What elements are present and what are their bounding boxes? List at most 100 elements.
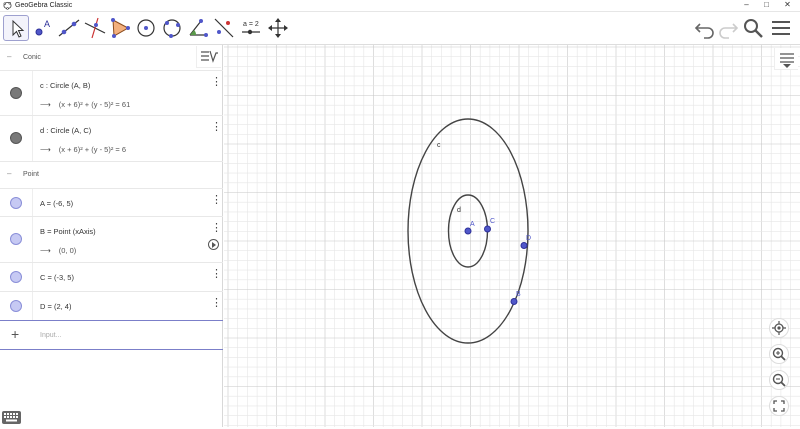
animation-play-button[interactable] bbox=[208, 239, 219, 250]
algebra-item-B[interactable]: B = Point (xAxis) ⟶ (0, 0) ⋮ bbox=[0, 217, 223, 263]
label-c: c bbox=[437, 142, 441, 149]
perpendicular-line-tool-icon bbox=[84, 17, 106, 39]
graphics-canvas[interactable]: c d A C D B bbox=[224, 45, 800, 427]
undo-icon bbox=[694, 23, 714, 39]
algebra-item-C[interactable]: C = (-3, 5) ⋮ bbox=[0, 263, 223, 292]
visibility-marble-A[interactable] bbox=[10, 197, 22, 209]
move-tool-button[interactable] bbox=[3, 15, 29, 41]
reflect-tool-icon bbox=[214, 18, 234, 38]
output-arrow: ⟶ bbox=[40, 246, 51, 255]
definition-A[interactable]: A = (-6, 5) bbox=[40, 199, 73, 208]
item-menu-C[interactable]: ⋮ bbox=[211, 269, 222, 280]
definition-D[interactable]: D = (2, 4) bbox=[40, 302, 71, 311]
output-B-value: (0, 0) bbox=[58, 246, 77, 255]
graphics-view[interactable]: c d A C D B bbox=[224, 45, 800, 427]
group-header-conic[interactable]: – Conic bbox=[0, 47, 223, 71]
geogebra-window: GeoGebra Classic – □ ✕ A a = 2 – Conic c… bbox=[0, 0, 800, 427]
virtual-keyboard-button[interactable] bbox=[2, 411, 21, 424]
search-icon bbox=[744, 19, 763, 38]
fullscreen-button[interactable] bbox=[769, 396, 789, 416]
polygon-tool-button[interactable] bbox=[107, 15, 133, 41]
group-header-point[interactable]: – Point bbox=[0, 164, 223, 188]
definition-B[interactable]: B = Point (xAxis) bbox=[40, 227, 96, 236]
angle-tool-button[interactable] bbox=[185, 15, 211, 41]
zoom-out-button[interactable] bbox=[769, 370, 789, 390]
collapse-conic-button[interactable]: – bbox=[7, 52, 11, 61]
search-button[interactable] bbox=[741, 16, 765, 40]
label-d: d bbox=[457, 207, 461, 214]
style-bar-icon bbox=[780, 53, 794, 68]
point-C[interactable] bbox=[484, 225, 491, 233]
reflect-tool-button[interactable] bbox=[211, 15, 237, 41]
menu-icon bbox=[772, 21, 790, 35]
label-D: D bbox=[526, 235, 531, 242]
add-item-button[interactable]: + bbox=[11, 326, 19, 342]
point-A[interactable] bbox=[464, 227, 472, 235]
line-tool-icon bbox=[58, 19, 80, 37]
algebra-item-D[interactable]: D = (2, 4) ⋮ bbox=[0, 292, 223, 320]
collapse-point-button[interactable]: – bbox=[7, 169, 11, 178]
svg-text:a = 2: a = 2 bbox=[243, 21, 259, 28]
circle-three-points-tool-button[interactable] bbox=[159, 15, 185, 41]
zoom-in-icon bbox=[772, 347, 786, 361]
move-tool-icon bbox=[12, 19, 25, 38]
main-menu-button[interactable] bbox=[769, 16, 793, 40]
point-tool-icon: A bbox=[35, 19, 50, 36]
item-menu-D[interactable]: ⋮ bbox=[211, 298, 222, 309]
zoom-out-icon bbox=[772, 373, 786, 387]
geogebra-logo-icon bbox=[3, 1, 12, 10]
standard-view-button[interactable] bbox=[769, 318, 789, 338]
circle-center-point-tool-button[interactable] bbox=[133, 15, 159, 41]
marble-area bbox=[0, 189, 33, 216]
maximize-button[interactable]: □ bbox=[758, 1, 775, 10]
line-tool-button[interactable] bbox=[56, 15, 82, 41]
point-B[interactable] bbox=[510, 298, 518, 305]
output-d-value: (x + 6)² + (y - 5)² = 6 bbox=[58, 145, 127, 154]
visibility-marble-D[interactable] bbox=[10, 300, 22, 312]
label-B: B bbox=[516, 291, 521, 298]
algebra-item-d[interactable]: d : Circle (A, C) ⟶ (x + 6)² + (y - 5)² =… bbox=[0, 116, 223, 162]
slider-tool-button[interactable]: a = 2 bbox=[238, 15, 264, 41]
visibility-marble-d[interactable] bbox=[10, 132, 22, 144]
definition-c[interactable]: c : Circle (A, B) bbox=[40, 81, 90, 90]
style-bar-toggle-button[interactable] bbox=[774, 48, 798, 70]
algebra-item-A[interactable]: A = (-6, 5) ⋮ bbox=[0, 188, 223, 217]
algebra-input-row[interactable]: + Input... bbox=[0, 320, 223, 350]
definition-C[interactable]: C = (-3, 5) bbox=[40, 273, 74, 282]
point-D[interactable] bbox=[520, 242, 528, 249]
undo-button[interactable] bbox=[693, 16, 717, 40]
zoom-in-button[interactable] bbox=[769, 344, 789, 364]
output-c-value: (x + 6)² + (y - 5)² = 61 bbox=[58, 100, 131, 109]
output-arrow: ⟶ bbox=[40, 100, 51, 109]
algebra-item-c[interactable]: c : Circle (A, B) ⟶ (x + 6)² + (y - 5)² =… bbox=[0, 70, 223, 116]
definition-d[interactable]: d : Circle (A, C) bbox=[40, 126, 91, 135]
item-menu-d[interactable]: ⋮ bbox=[211, 122, 222, 133]
output-d: ⟶ (x + 6)² + (y - 5)² = 6 bbox=[40, 145, 126, 154]
circle-three-points-tool-icon bbox=[163, 19, 181, 38]
polygon-tool-icon bbox=[111, 18, 130, 38]
item-menu-B[interactable]: ⋮ bbox=[211, 223, 222, 234]
grid-lines bbox=[224, 45, 800, 427]
redo-button[interactable] bbox=[716, 16, 740, 40]
marble-area bbox=[0, 292, 33, 320]
output-c: ⟶ (x + 6)² + (y - 5)² = 61 bbox=[40, 100, 130, 109]
group-label-point: Point bbox=[23, 171, 39, 178]
label-C: C bbox=[490, 218, 495, 225]
marble-area bbox=[0, 217, 33, 262]
visibility-marble-C[interactable] bbox=[10, 271, 22, 283]
algebra-view: – Conic c : Circle (A, B) ⟶ (x + 6)² + (y… bbox=[0, 45, 223, 427]
item-menu-c[interactable]: ⋮ bbox=[211, 77, 222, 88]
move-graphics-tool-button[interactable] bbox=[265, 15, 291, 41]
redo-icon bbox=[719, 23, 739, 39]
visibility-marble-B[interactable] bbox=[10, 233, 22, 245]
minimize-button[interactable]: – bbox=[738, 1, 755, 10]
fullscreen-icon bbox=[773, 400, 785, 412]
perpendicular-line-tool-button[interactable] bbox=[82, 15, 108, 41]
item-menu-A[interactable]: ⋮ bbox=[211, 195, 222, 206]
point-tool-button[interactable]: A bbox=[30, 15, 56, 41]
marble-area bbox=[0, 263, 33, 291]
keyboard-icon bbox=[4, 413, 18, 422]
algebra-input[interactable]: Input... bbox=[40, 332, 61, 339]
close-button[interactable]: ✕ bbox=[779, 1, 796, 10]
visibility-marble-c[interactable] bbox=[10, 87, 22, 99]
